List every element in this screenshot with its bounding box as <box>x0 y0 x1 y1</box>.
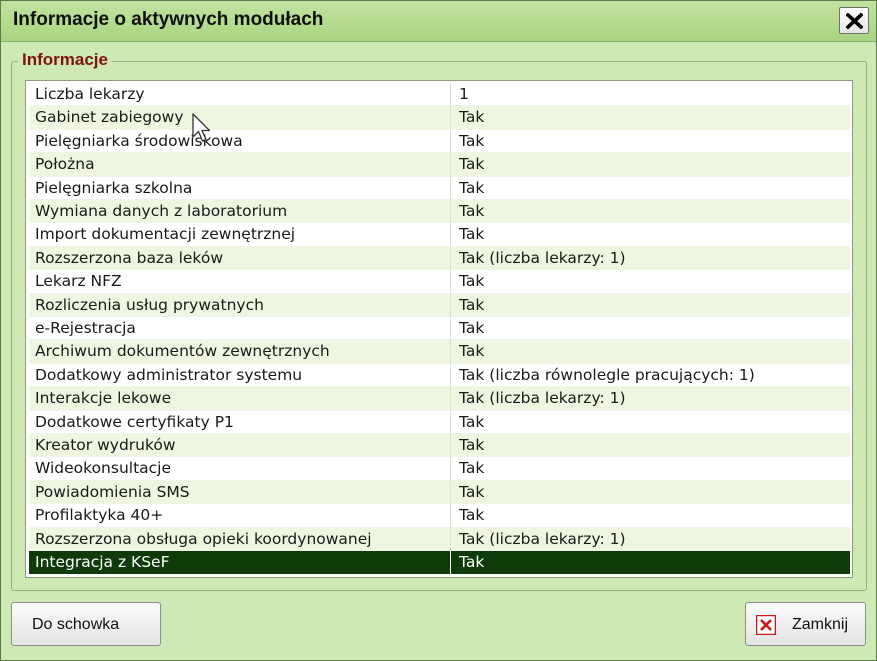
column-separator <box>450 129 451 153</box>
module-value-cell: 1 <box>459 85 469 103</box>
module-value-cell: Tak <box>459 436 485 454</box>
column-separator <box>450 434 451 457</box>
module-name-cell: Rozszerzona obsługa opieki koordynowanej <box>35 529 372 548</box>
table-row[interactable]: Kreator wydruków Tak <box>29 434 850 458</box>
module-value-cell: Tak <box>459 482 485 501</box>
table-row[interactable]: Integracja z KSeF Tak <box>29 551 850 575</box>
copy-to-clipboard-button[interactable]: Do schowka <box>11 602 161 646</box>
window-close-button[interactable] <box>839 7 869 34</box>
table-row[interactable]: Liczba lekarzy 1 <box>29 83 850 107</box>
column-separator <box>450 223 451 247</box>
module-value-cell: Tak <box>459 225 485 244</box>
close-button-label: Zamknij <box>792 616 849 633</box>
table-row[interactable]: Powiadomienia SMS Tak <box>29 480 850 505</box>
column-separator <box>450 270 451 294</box>
column-separator <box>450 387 451 411</box>
module-value-cell: Tak <box>459 412 485 431</box>
copy-button-label: Do schowka <box>32 616 120 633</box>
module-value-cell: Tak (liczba lekarzy: 1) <box>459 248 626 267</box>
module-value-cell: Tak <box>459 272 485 291</box>
module-name-cell: Pielęgniarka szkolna <box>35 178 193 197</box>
module-name-cell: Położna <box>35 155 95 174</box>
module-name-cell: Rozszerzona baza leków <box>35 248 224 267</box>
modules-table: Liczba lekarzy 1 Gabinet zabiegowy Tak Pielę… <box>25 80 853 578</box>
group-title: Informacje <box>18 50 112 70</box>
module-name-cell: Dodatkowe certyfikaty P1 <box>35 412 234 431</box>
module-name-cell: Rozliczenia usług prywatnych <box>35 295 264 314</box>
table-row[interactable]: Rozszerzona baza leków Tak (liczba lekarz… <box>29 246 850 271</box>
module-name-cell: Interakcje lekowe <box>35 389 172 408</box>
module-value-cell: Tak (liczba równolegle pracujących: 1) <box>459 365 755 384</box>
column-separator <box>450 527 451 551</box>
module-name-cell: Wideokonsultacje <box>35 459 172 478</box>
module-value-cell: Tak <box>459 553 485 571</box>
table-row[interactable]: Rozszerzona obsługa opieki koordynowanej… <box>29 527 850 551</box>
column-separator <box>450 363 451 387</box>
column-separator <box>450 83 451 106</box>
module-name-cell: Archiwum dokumentów zewnętrznych <box>35 342 330 361</box>
module-value-cell: Tak <box>459 202 485 220</box>
mouse-pointer-icon <box>192 113 211 142</box>
table-row[interactable]: e-Rejestracja Tak <box>29 317 850 341</box>
table-row[interactable]: Archiwum dokumentów zewnętrznych Tak <box>29 340 850 364</box>
table-row[interactable]: Gabinet zabiegowy Tak <box>29 106 850 130</box>
column-separator <box>450 340 451 364</box>
column-separator <box>450 176 451 200</box>
table-row[interactable]: Dodatkowy administrator systemu Tak (licz… <box>29 363 850 388</box>
table-row[interactable]: Pielęgniarka szkolna Tak <box>29 176 850 200</box>
close-button[interactable]: Zamknij <box>745 602 866 646</box>
table-row[interactable]: Rozliczenia usług prywatnych Tak <box>29 293 850 317</box>
module-name-cell: Integracja z KSeF <box>35 553 170 571</box>
table-row[interactable]: Dodatkowe certyfikaty P1 Tak <box>29 410 850 434</box>
red-x-icon <box>756 615 776 635</box>
module-value-cell: Tak <box>459 131 485 150</box>
table-row[interactable]: Wideokonsultacje Tak <box>29 457 850 481</box>
close-x-icon <box>846 13 863 29</box>
module-value-cell: Tak <box>459 108 485 127</box>
module-name-cell: Liczba lekarzy <box>35 85 145 103</box>
module-value-cell: Tak <box>459 459 485 478</box>
column-separator <box>450 551 451 574</box>
module-value-cell: Tak <box>459 342 485 361</box>
module-name-cell: Powiadomienia SMS <box>35 482 190 501</box>
column-separator <box>450 246 451 270</box>
column-separator <box>450 200 451 223</box>
module-name-cell: Lekarz NFZ <box>35 272 122 291</box>
module-name-cell: Profilaktyka 40+ <box>35 506 164 525</box>
module-value-cell: Tak <box>459 155 485 174</box>
table-row[interactable]: Interakcje lekowe Tak (liczba lekarzy: 1) <box>29 387 850 411</box>
table-row[interactable]: Lekarz NFZ Tak <box>29 270 850 294</box>
column-separator <box>450 504 451 528</box>
module-value-cell: Tak (liczba lekarzy: 1) <box>459 529 626 548</box>
module-value-cell: Tak (liczba lekarzy: 1) <box>459 389 626 408</box>
module-name-cell: Pielęgniarka środowiskowa <box>35 131 243 150</box>
module-value-cell: Tak <box>459 178 485 197</box>
module-name-cell: Gabinet zabiegowy <box>35 108 184 127</box>
column-separator <box>450 293 451 317</box>
column-separator <box>450 153 451 177</box>
column-separator <box>450 410 451 434</box>
module-name-cell: Dodatkowy administrator systemu <box>35 365 303 384</box>
column-separator <box>450 317 451 340</box>
window-title: Informacje o aktywnych modułach <box>13 9 324 30</box>
table-row[interactable]: Pielęgniarka środowiskowa Tak <box>29 129 850 154</box>
column-separator <box>450 106 451 130</box>
module-name-cell: Wymiana danych z laboratorium <box>35 202 288 220</box>
table-row[interactable]: Wymiana danych z laboratorium Tak <box>29 200 850 224</box>
module-name-cell: Import dokumentacji zewnętrznej <box>35 225 296 244</box>
column-separator <box>450 480 451 504</box>
modules-info-dialog: Informacje o aktywnych modułach Informac… <box>0 0 877 661</box>
module-name-cell: Kreator wydruków <box>35 436 176 454</box>
table-row[interactable]: Import dokumentacji zewnętrznej Tak <box>29 223 850 247</box>
module-name-cell: e-Rejestracja <box>35 319 136 337</box>
table-row[interactable]: Profilaktyka 40+ Tak <box>29 504 850 528</box>
title-bar: Informacje o aktywnych modułach <box>1 1 876 42</box>
module-value-cell: Tak <box>459 506 485 525</box>
module-value-cell: Tak <box>459 319 485 337</box>
column-separator <box>450 457 451 481</box>
table-row[interactable]: Położna Tak <box>29 153 850 177</box>
module-value-cell: Tak <box>459 295 485 314</box>
